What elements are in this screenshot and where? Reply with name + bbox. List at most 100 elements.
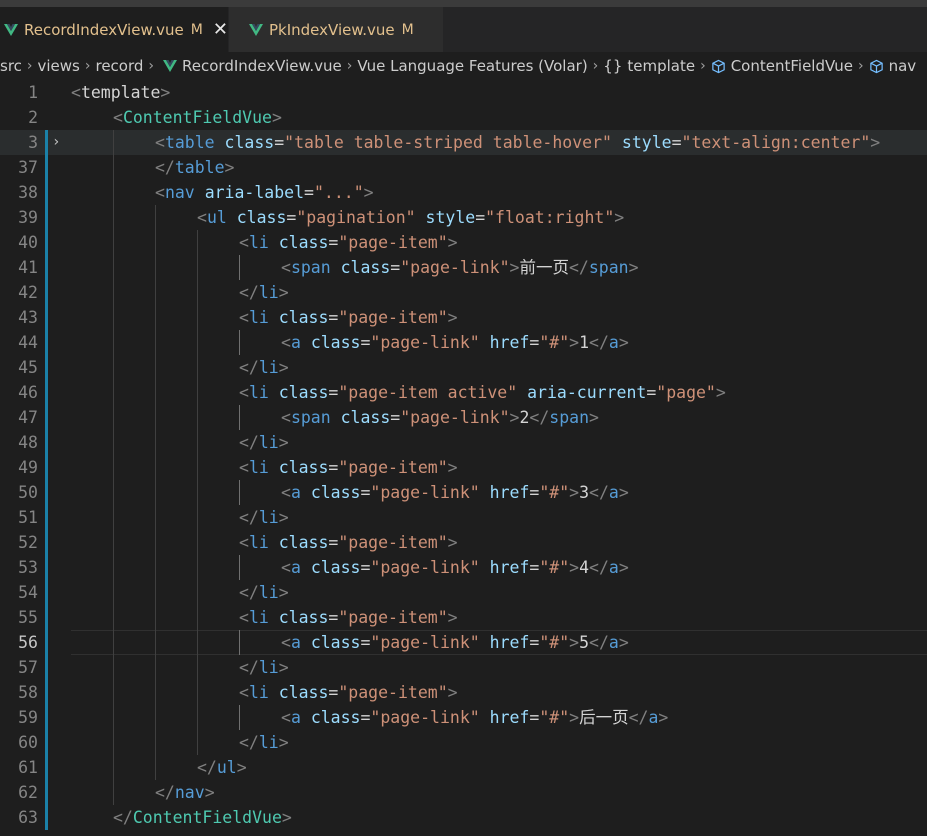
indent-guide: [113, 405, 114, 430]
modified-line-indicator[interactable]: [45, 130, 48, 155]
token-attribute-value: "page-link": [370, 558, 480, 577]
code-line[interactable]: 52 <li class="page-item">: [0, 530, 927, 555]
indent-guide: [155, 330, 156, 355]
tab-record-index-view[interactable]: RecordIndexView.vue M ✕: [0, 7, 228, 52]
code-line[interactable]: 51 </li>: [0, 505, 927, 530]
token-punctuation: >: [628, 258, 639, 277]
code-line[interactable]: 59 <a class="page-link" href="#">后一页</a>: [0, 705, 927, 730]
code-line[interactable]: 54 </li>: [0, 580, 927, 605]
token-punctuation: >: [618, 333, 629, 352]
token-operator: [269, 458, 279, 477]
token-attribute-value: "page-item": [338, 233, 448, 252]
token-tag-name: li: [258, 733, 279, 752]
code-line[interactable]: 1 <template>: [0, 80, 927, 105]
line-number: 53: [18, 558, 38, 577]
breadcrumb-item-record[interactable]: record: [95, 57, 143, 75]
fold-chevron-icon[interactable]: ›: [52, 130, 60, 155]
code-line[interactable]: 57 </li>: [0, 655, 927, 680]
code-line[interactable]: 60 </li>: [0, 730, 927, 755]
token-operator: [269, 608, 279, 627]
breadcrumb-item-views[interactable]: views: [38, 57, 80, 75]
token-punctuation: >: [618, 633, 629, 652]
indent-guide: [155, 205, 156, 230]
code-line[interactable]: 45 </li>: [0, 355, 927, 380]
token-tag-name: a: [290, 558, 301, 577]
token-operator: =: [360, 333, 371, 352]
token-attribute-name: class: [340, 258, 391, 277]
token-attribute-value: "page-link": [400, 408, 510, 427]
chevron-right-icon: ›: [148, 58, 155, 74]
token-operator: [612, 133, 622, 152]
indent-guide: [113, 330, 114, 355]
token-punctuation: <: [197, 208, 207, 227]
breadcrumb-item-file[interactable]: RecordIndexView.vue: [182, 57, 342, 75]
breadcrumb-item-language[interactable]: Vue Language Features (Volar): [357, 57, 587, 75]
code-editor[interactable]: 1 <template> 2 <ContentFieldVue> 3 › <table cl…: [0, 80, 927, 836]
code-line[interactable]: 38 <nav aria-label="...">: [0, 180, 927, 205]
code-line[interactable]: 42 </li>: [0, 280, 927, 305]
indent-guide: [197, 380, 198, 405]
code-line[interactable]: 43 <li class="page-item">: [0, 305, 927, 330]
tab-pk-index-view[interactable]: PkIndexView.vue M: [229, 7, 443, 52]
token-punctuation: </: [529, 408, 550, 427]
code-text: <li class="page-item">: [239, 680, 458, 705]
code-line[interactable]: 50 <a class="page-link" href="#">3</a>: [0, 480, 927, 505]
code-line[interactable]: 58 <li class="page-item">: [0, 680, 927, 705]
indent-guide: [113, 230, 114, 255]
indent-guide: [197, 330, 198, 355]
code-line[interactable]: 2 <ContentFieldVue>: [0, 105, 927, 130]
token-text: 5: [579, 633, 590, 652]
token-operator: =: [328, 233, 339, 252]
code-line[interactable]: 40 <li class="page-item">: [0, 230, 927, 255]
line-number: 45: [18, 358, 38, 377]
code-line[interactable]: 37 </table>: [0, 155, 927, 180]
code-line[interactable]: 46 <li class="page-item active" aria-curr…: [0, 380, 927, 405]
indent-guide: [239, 705, 240, 730]
code-line[interactable]: 53 <a class="page-link" href="#">4</a>: [0, 555, 927, 580]
indent-guide: [113, 355, 114, 380]
code-line[interactable]: 39 <ul class="pagination" style="float:ri…: [0, 205, 927, 230]
indent-guide: [155, 305, 156, 330]
code-line[interactable]: 48 </li>: [0, 430, 927, 455]
token-punctuation: <: [239, 533, 249, 552]
token-text: 后一页: [579, 708, 629, 727]
indent-guide: [239, 630, 240, 655]
breadcrumb-item-nav[interactable]: nav: [889, 57, 917, 75]
token-attribute-name: class: [224, 133, 275, 152]
breadcrumb-item-src[interactable]: src: [0, 57, 22, 75]
token-operator: =: [529, 333, 540, 352]
code-line[interactable]: 62 </nav>: [0, 780, 927, 805]
code-line[interactable]: 47 <span class="page-link">2</span>: [0, 405, 927, 430]
code-line[interactable]: 44 <a class="page-link" href="#">1</a>: [0, 330, 927, 355]
token-tag-name: a: [608, 483, 619, 502]
line-number: 41: [18, 258, 38, 277]
token-tag-name: a: [290, 708, 301, 727]
breadcrumb-item-template[interactable]: template: [627, 57, 695, 75]
code-line[interactable]: 55 <li class="page-item">: [0, 605, 927, 630]
token-operator: [215, 133, 225, 152]
code-line[interactable]: 3 › <table class="table table-striped tabl…: [0, 130, 927, 155]
code-line[interactable]: 61 </ul>: [0, 755, 927, 780]
code-line[interactable]: 56 <a class="page-link" href="#">5</a>: [0, 630, 927, 655]
indent-guide: [113, 155, 114, 180]
indent-guide: [155, 730, 156, 755]
token-attribute-name: class: [310, 558, 361, 577]
indent-guide: [155, 380, 156, 405]
modified-lines-indicator[interactable]: [45, 155, 48, 830]
code-line[interactable]: 41 <span class="page-link">前一页</span>: [0, 255, 927, 280]
code-line[interactable]: 49 <li class="page-item">: [0, 455, 927, 480]
token-tag-name: li: [248, 233, 269, 252]
code-text: </li>: [239, 280, 289, 305]
token-attribute-value: "page-link": [370, 483, 480, 502]
indent-guide: [197, 505, 198, 530]
token-operator: [480, 333, 490, 352]
chevron-right-icon: ›: [84, 58, 91, 74]
close-icon[interactable]: ✕: [213, 20, 228, 39]
indent-guide: [239, 405, 240, 430]
token-tag-name: span: [588, 258, 629, 277]
indent-guide: [113, 630, 114, 655]
token-punctuation: </: [239, 508, 259, 527]
code-line[interactable]: 63 </ContentFieldVue>: [0, 805, 927, 830]
breadcrumb-item-component[interactable]: ContentFieldVue: [731, 57, 853, 75]
token-punctuation: <: [281, 483, 291, 502]
